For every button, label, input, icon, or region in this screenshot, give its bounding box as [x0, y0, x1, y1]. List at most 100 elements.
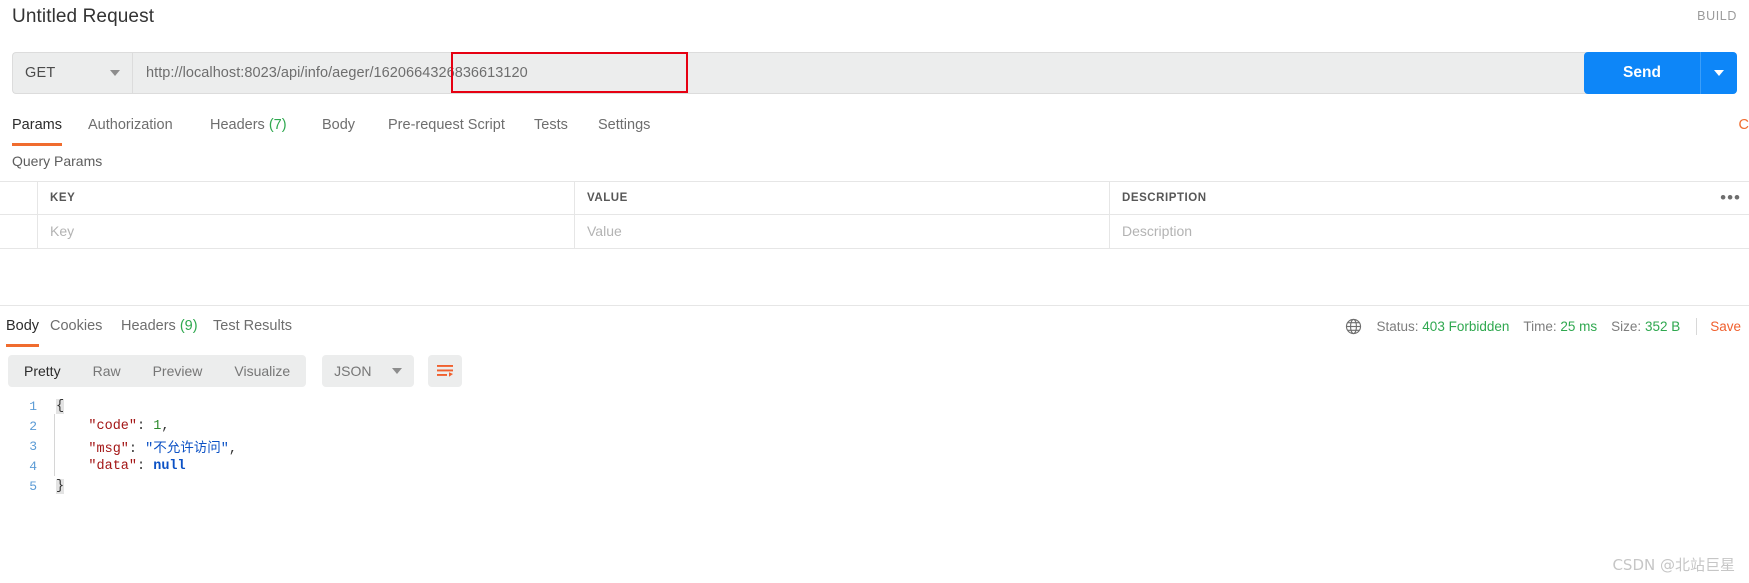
query-params-table: KEY VALUE DESCRIPTION ••• Key Value Desc… [0, 181, 1749, 249]
response-tab-test-results[interactable]: Test Results [213, 311, 292, 347]
cookies-link[interactable]: C [1739, 108, 1749, 133]
code-line: 1 { [0, 396, 1749, 416]
tab-body[interactable]: Body [322, 108, 355, 146]
tab-tests[interactable]: Tests [534, 108, 568, 146]
description-input-placeholder[interactable]: Description [1110, 215, 1749, 239]
active-tab-underline [12, 143, 62, 146]
tab-pre-request-script-label: Pre-request Script [388, 117, 505, 133]
response-body-toolbar: Pretty Raw Preview Visualize JSON [8, 355, 462, 387]
status-label: Status: 403 Forbidden [1377, 319, 1510, 334]
size-label-text: Size: [1611, 318, 1642, 334]
table-row[interactable]: Key Value Description [0, 215, 1749, 249]
request-tab-bar: Params Authorization Headers (7) Body Pr… [0, 108, 1749, 146]
json-colon: : [128, 441, 146, 457]
chevron-down-icon [391, 368, 402, 374]
tab-headers-label: Headers [210, 117, 265, 133]
save-response-button[interactable]: Save [1710, 319, 1741, 334]
tab-headers-count: (7) [268, 117, 287, 133]
http-method-label: GET [25, 65, 56, 81]
word-wrap-button[interactable] [427, 355, 462, 387]
tab-authorization-label: Authorization [88, 117, 173, 133]
globe-icon[interactable] [1344, 317, 1363, 336]
tab-headers[interactable]: Headers (7) [210, 108, 287, 146]
url-input[interactable]: http://localhost:8023/api/info/aeger/162… [132, 52, 1737, 94]
code-line: 3 "msg": "不允许访问", [0, 436, 1749, 457]
key-input-placeholder[interactable]: Key [38, 215, 574, 239]
response-tab-test-results-label: Test Results [213, 318, 292, 334]
row-value-cell[interactable]: Value [575, 215, 1110, 248]
json-key: "data" [88, 458, 138, 474]
time-label: Time: 25 ms [1523, 319, 1597, 334]
response-status-bar: Status: 403 Forbidden Time: 25 ms Size: … [1344, 314, 1741, 338]
tab-tests-label: Tests [534, 117, 568, 133]
json-key: "msg" [88, 441, 129, 457]
view-mode-raw[interactable]: Raw [77, 355, 137, 387]
value-input-placeholder[interactable]: Value [575, 215, 1109, 239]
response-tab-body[interactable]: Body [6, 311, 40, 347]
line-number: 1 [29, 398, 37, 414]
code-line-content: "msg": "不允许访问", [48, 436, 237, 457]
build-label[interactable]: BUILD [1697, 9, 1737, 23]
request-header: Untitled Request BUILD [0, 0, 1749, 44]
view-mode-pretty[interactable]: Pretty [8, 355, 77, 387]
tab-params[interactable]: Params [12, 108, 62, 146]
response-divider [0, 305, 1749, 306]
status-badge: 403 Forbidden [1422, 318, 1510, 334]
response-view-mode-group: Pretty Raw Preview Visualize [8, 355, 307, 387]
column-header-key: KEY [50, 192, 76, 204]
response-format-select[interactable]: JSON [322, 355, 414, 387]
time-label-text: Time: [1523, 318, 1557, 334]
code-line-content: "data": null [48, 458, 186, 474]
view-mode-visualize[interactable]: Visualize [218, 355, 306, 387]
url-bar: GET http://localhost:8023/api/info/aeger… [12, 52, 1737, 94]
send-button[interactable]: Send [1584, 52, 1700, 94]
row-key-cell[interactable]: Key [38, 215, 575, 248]
json-colon: : [137, 458, 154, 474]
chevron-down-icon [1714, 70, 1724, 76]
active-tab-underline [6, 344, 40, 347]
time-value: 25 ms [1560, 318, 1598, 334]
row-description-cell[interactable]: Description [1110, 215, 1749, 248]
view-mode-preview[interactable]: Preview [137, 355, 219, 387]
code-line: 4 "data": null [0, 456, 1749, 476]
line-number: 4 [29, 458, 37, 474]
response-tab-headers-count: (9) [179, 318, 198, 334]
header-checkbox-cell [0, 182, 38, 214]
code-line-content: { [48, 398, 65, 414]
send-group: Send [1584, 52, 1737, 94]
json-comma: , [161, 418, 170, 434]
size-value: 352 B [1644, 318, 1681, 334]
code-line-content: "code": 1, [48, 419, 169, 434]
tab-authorization[interactable]: Authorization [88, 108, 173, 146]
line-number: 3 [29, 438, 37, 454]
postman-window: Untitled Request BUILD GET http://localh… [0, 0, 1749, 583]
header-value-cell: VALUE [575, 182, 1110, 214]
code-line: 5 } [0, 476, 1749, 496]
status-label-text: Status: [1376, 318, 1419, 334]
response-format-label: JSON [334, 363, 372, 379]
tab-settings[interactable]: Settings [598, 108, 650, 146]
page-title: Untitled Request [12, 6, 155, 27]
line-number: 5 [29, 478, 37, 494]
header-description-cell: DESCRIPTION ••• [1110, 182, 1749, 214]
word-wrap-icon [436, 365, 453, 377]
chevron-down-icon [110, 70, 120, 76]
response-body-viewer[interactable]: 1 { 2 "code": 1, 3 "msg": "不允许访问", 4 "da… [0, 396, 1749, 536]
tab-params-label: Params [12, 117, 62, 133]
column-header-value: VALUE [587, 192, 628, 204]
json-value: "不允许访问" [145, 441, 229, 457]
response-tab-cookies[interactable]: Cookies [50, 311, 102, 347]
row-checkbox-cell[interactable] [0, 215, 38, 248]
json-close-brace: } [56, 478, 65, 494]
http-method-select[interactable]: GET [12, 52, 132, 94]
watermark: CSDN @北站巨星 [1612, 556, 1735, 574]
json-value: null [153, 458, 186, 474]
bulk-edit-options-button[interactable]: ••• [1720, 188, 1741, 208]
code-line: 2 "code": 1, [0, 416, 1749, 436]
column-header-description: DESCRIPTION [1122, 192, 1207, 204]
send-options-button[interactable] [1700, 52, 1737, 94]
tab-body-label: Body [322, 117, 356, 133]
json-colon: : [137, 418, 154, 434]
response-tab-headers[interactable]: Headers (9) [121, 311, 198, 347]
tab-pre-request-script[interactable]: Pre-request Script [388, 108, 505, 146]
